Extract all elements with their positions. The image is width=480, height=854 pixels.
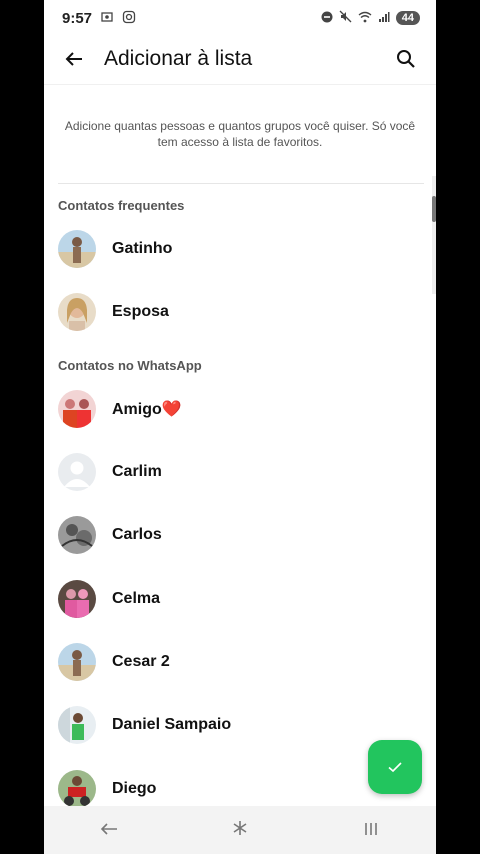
- contact-row[interactable]: Esposa: [44, 281, 436, 343]
- signal-icon: [378, 11, 390, 26]
- avatar: [58, 516, 96, 554]
- avatar: [58, 230, 96, 268]
- contact-name: Amigo❤️: [112, 401, 182, 418]
- mute-icon: [339, 10, 352, 26]
- battery-indicator: 44: [395, 11, 420, 25]
- home-icon: [233, 820, 247, 835]
- screenshot-icon: [100, 10, 114, 27]
- page-title: Adicionar à lista: [104, 47, 253, 70]
- header-divider: [44, 84, 436, 85]
- contact-row[interactable]: Celma: [44, 568, 436, 630]
- contact-name: Carlos: [112, 526, 162, 543]
- status-time: 9:57: [62, 9, 93, 27]
- confirm-button[interactable]: [368, 740, 422, 794]
- search-icon: [397, 50, 415, 68]
- contact-name: Daniel Sampaio: [112, 716, 232, 733]
- search-button[interactable]: [388, 41, 424, 77]
- nav-recents-button[interactable]: [341, 819, 401, 842]
- contact-row[interactable]: Carlim: [44, 441, 436, 503]
- avatar: [58, 706, 96, 744]
- nav-home-button[interactable]: [210, 819, 270, 842]
- back-icon: [101, 822, 118, 835]
- avatar: [58, 293, 96, 331]
- avatar: [58, 770, 96, 808]
- check-icon: [388, 762, 402, 773]
- screen: 9:57 44 Adicionar à lista Adicione quant…: [44, 0, 436, 854]
- instagram-icon: [122, 10, 136, 27]
- scrollbar-thumb[interactable]: [432, 196, 436, 222]
- arrow-left-icon: [65, 52, 82, 66]
- app-bar: Adicionar à lista: [44, 36, 436, 82]
- avatar: [58, 643, 96, 681]
- section-divider: [58, 183, 424, 184]
- contact-name: Cesar 2: [112, 653, 170, 670]
- contact-name: Gatinho: [112, 240, 173, 257]
- default-avatar-icon: [58, 453, 96, 491]
- back-button[interactable]: [56, 41, 92, 77]
- contact-row[interactable]: Carlos: [44, 504, 436, 566]
- contact-name: Esposa: [112, 303, 169, 320]
- status-left: 9:57: [62, 10, 136, 27]
- info-text: Adicione quantas pessoas e quantos grupo…: [64, 119, 416, 149]
- system-nav-bar: [44, 806, 436, 854]
- status-bar: 9:57 44: [44, 0, 436, 36]
- contact-name: Carlim: [112, 463, 162, 480]
- section-whatsapp-contacts: Contatos no WhatsApp: [58, 358, 202, 373]
- status-right: 44: [321, 10, 420, 26]
- nav-back-button[interactable]: [79, 819, 139, 842]
- contact-name: Celma: [112, 590, 161, 607]
- section-frequent-contacts: Contatos frequentes: [58, 198, 185, 213]
- dnd-icon: [321, 11, 333, 26]
- contact-row[interactable]: Gatinho: [44, 218, 436, 280]
- contact-name: Diego: [112, 780, 157, 797]
- avatar: [58, 390, 96, 428]
- avatar: [58, 580, 96, 618]
- wifi-icon: [358, 11, 372, 26]
- scrollbar-track[interactable]: [432, 176, 436, 294]
- contact-row[interactable]: Cesar 2: [44, 631, 436, 693]
- contact-row[interactable]: Amigo❤️: [44, 378, 436, 440]
- recents-icon: [364, 822, 377, 835]
